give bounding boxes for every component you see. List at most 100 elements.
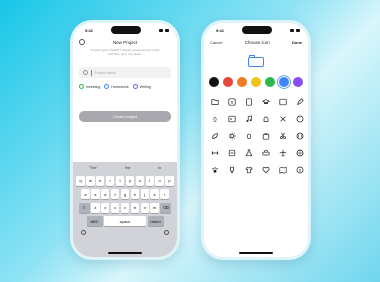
color-swatch[interactable]: [209, 77, 219, 87]
status-bar: 9:41: [204, 23, 308, 37]
palette-icon[interactable]: [295, 114, 305, 124]
battery-icon: [164, 28, 169, 32]
key-d[interactable]: d: [101, 189, 110, 199]
gear-icon[interactable]: [227, 131, 237, 141]
text-caret: [91, 69, 92, 76]
abc-key[interactable]: ABC: [86, 216, 103, 226]
signal-icon: [158, 28, 163, 32]
key-q[interactable]: q: [76, 175, 85, 186]
key-v[interactable]: v: [120, 202, 130, 213]
project-name-placeholder: Project name: [94, 70, 116, 75]
signal-icon: [289, 28, 294, 32]
icon-grid: $ {} $: [204, 87, 308, 175]
home-indicator: [239, 252, 273, 254]
dollar-icon[interactable]: $: [227, 97, 237, 107]
key-y[interactable]: y: [125, 175, 135, 186]
scale-icon[interactable]: [227, 148, 237, 158]
leaf-icon[interactable]: [210, 131, 220, 141]
tennis-ball-icon[interactable]: [295, 131, 305, 141]
key-e[interactable]: e: [96, 175, 105, 186]
shirt-icon[interactable]: [244, 165, 254, 175]
key-c[interactable]: c: [110, 202, 120, 213]
color-swatch[interactable]: [279, 77, 289, 87]
key-s[interactable]: s: [91, 189, 100, 199]
graduation-cap-icon[interactable]: [261, 97, 271, 107]
suggestion-item[interactable]: to: [158, 166, 161, 170]
color-swatch[interactable]: [223, 77, 233, 87]
pencil-icon[interactable]: [295, 97, 305, 107]
key-a[interactable]: a: [81, 189, 90, 199]
bag-icon[interactable]: [261, 131, 271, 141]
chip-homework[interactable]: Homework: [104, 84, 129, 90]
svg-text:$: $: [231, 100, 234, 105]
key-i[interactable]: i: [145, 175, 154, 186]
key-p[interactable]: p: [165, 175, 174, 186]
choose-icon-screen: 9:41 Cancel Choose icon Done $ {} $: [204, 23, 308, 257]
key-k[interactable]: k: [150, 189, 159, 199]
project-name-input[interactable]: Project name: [79, 67, 171, 79]
color-swatch[interactable]: [237, 77, 247, 87]
key-u[interactable]: u: [135, 175, 145, 186]
key-z[interactable]: z: [91, 202, 100, 213]
scissors-icon[interactable]: [278, 131, 288, 141]
terminal-icon[interactable]: [227, 114, 237, 124]
key-n[interactable]: n: [140, 202, 149, 213]
bug-icon[interactable]: [244, 131, 254, 141]
key-b[interactable]: b: [130, 202, 140, 213]
airplane-icon[interactable]: [278, 148, 288, 158]
flask-icon[interactable]: [244, 148, 254, 158]
music-note-icon[interactable]: [244, 114, 254, 124]
color-swatch[interactable]: [265, 77, 275, 87]
key-w[interactable]: w: [86, 175, 95, 186]
return-key[interactable]: return: [147, 216, 164, 226]
tools-icon[interactable]: [278, 114, 288, 124]
microphone-icon[interactable]: [164, 230, 169, 235]
shift-icon[interactable]: ⇧: [78, 202, 90, 213]
svg-text:$: $: [299, 168, 301, 172]
chef-hat-icon[interactable]: [261, 114, 271, 124]
folder-icon[interactable]: [210, 97, 220, 107]
trophy-icon[interactable]: [227, 165, 237, 175]
space-key[interactable]: space: [104, 216, 146, 226]
emoji-icon[interactable]: [81, 230, 86, 235]
key-x[interactable]: x: [101, 202, 110, 213]
cancel-button[interactable]: Cancel: [210, 40, 222, 45]
key-f[interactable]: f: [110, 189, 120, 199]
delete-icon[interactable]: ⌫: [160, 202, 172, 213]
keyboard: "The" the to qwertyuiop asdfghjkl ⇧ zxcv…: [73, 162, 177, 257]
page-title: New Project: [112, 39, 138, 45]
create-project-button[interactable]: Create project: [79, 111, 171, 123]
braces-icon[interactable]: {}: [210, 114, 220, 124]
chip-investing[interactable]: Investing: [79, 84, 100, 90]
dumbbell-icon[interactable]: [210, 148, 220, 158]
new-project-screen: 9:41 New Project Projects give ChatGPT s…: [73, 23, 177, 257]
home-indicator: [108, 252, 142, 254]
color-swatch[interactable]: [293, 77, 303, 87]
gear-icon[interactable]: [79, 39, 85, 45]
key-j[interactable]: j: [140, 189, 149, 199]
key-t[interactable]: t: [115, 175, 125, 186]
code-icon[interactable]: [278, 97, 288, 107]
status-time: 9:41: [85, 27, 94, 33]
chip-writing[interactable]: Writing: [132, 84, 151, 90]
dynamic-island: [111, 26, 141, 34]
key-m[interactable]: m: [150, 202, 159, 213]
suggestion-item[interactable]: "The": [89, 166, 98, 170]
key-o[interactable]: o: [155, 175, 164, 186]
book-icon[interactable]: [244, 97, 254, 107]
key-r[interactable]: r: [105, 175, 115, 186]
done-button[interactable]: Done: [292, 40, 302, 45]
heart-icon[interactable]: [261, 165, 271, 175]
dollar-circle-icon[interactable]: $: [295, 165, 305, 175]
color-swatch[interactable]: [251, 77, 261, 87]
car-icon[interactable]: [261, 148, 271, 158]
paw-icon[interactable]: [210, 165, 220, 175]
map-icon[interactable]: [278, 165, 288, 175]
key-l[interactable]: l: [160, 189, 169, 199]
globe-icon[interactable]: [295, 148, 305, 158]
emoji-picker-icon[interactable]: [83, 70, 88, 76]
suggestion-item[interactable]: the: [125, 166, 130, 170]
page-title: Choose icon: [244, 39, 270, 45]
key-g[interactable]: g: [120, 189, 130, 199]
key-h[interactable]: h: [130, 189, 140, 199]
